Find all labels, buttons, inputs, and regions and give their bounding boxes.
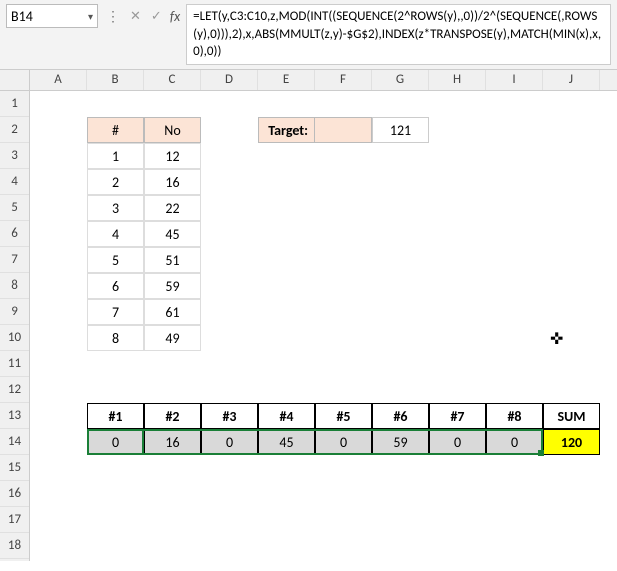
col-header[interactable]: J <box>543 70 600 90</box>
table1-cell[interactable]: 22 <box>144 195 201 221</box>
table1-cell[interactable]: 6 <box>87 273 144 299</box>
row-header[interactable]: 15 <box>0 455 29 481</box>
table1-cell[interactable]: 51 <box>144 247 201 273</box>
row-header[interactable]: 5 <box>0 195 29 221</box>
table1-cell[interactable]: 7 <box>87 299 144 325</box>
table2-header[interactable]: #4 <box>258 403 315 429</box>
table1-cell[interactable]: 61 <box>144 299 201 325</box>
chevron-down-icon[interactable]: ▾ <box>88 10 93 23</box>
table1-cell[interactable]: 1 <box>87 143 144 169</box>
table1-cell[interactable]: 59 <box>144 273 201 299</box>
check-icon[interactable]: ✓ <box>149 9 164 24</box>
col-header[interactable]: H <box>429 70 486 90</box>
table1-header-no[interactable]: No <box>144 117 201 143</box>
col-header[interactable]: F <box>315 70 372 90</box>
row-header[interactable]: 13 <box>0 403 29 429</box>
row-header[interactable]: 17 <box>0 507 29 533</box>
table2-header-sum[interactable]: SUM <box>543 403 600 429</box>
row-header[interactable]: 10 <box>0 325 29 351</box>
cells-area[interactable]: # No 1 12 2 16 3 22 4 45 5 51 6 59 7 61 … <box>30 91 600 561</box>
table2-cell[interactable]: 16 <box>144 429 201 455</box>
row-header[interactable]: 14 <box>0 429 29 455</box>
row-header[interactable]: 9 <box>0 299 29 325</box>
table2-cell[interactable]: 0 <box>201 429 258 455</box>
fx-icon[interactable]: fx <box>170 8 180 25</box>
table2-header[interactable]: #2 <box>144 403 201 429</box>
table2-header[interactable]: #8 <box>486 403 543 429</box>
target-label-ext[interactable] <box>315 117 372 143</box>
col-header[interactable]: I <box>486 70 543 90</box>
name-box[interactable]: B14 ▾ <box>6 4 98 28</box>
row-header[interactable]: 7 <box>0 247 29 273</box>
target-value[interactable]: 121 <box>372 117 429 143</box>
table2-cell[interactable]: 0 <box>486 429 543 455</box>
table1-cell[interactable]: 4 <box>87 221 144 247</box>
col-header[interactable]: D <box>201 70 258 90</box>
table2-sum-cell[interactable]: 120 <box>543 429 600 455</box>
table2-header[interactable]: #7 <box>429 403 486 429</box>
col-header[interactable]: G <box>372 70 429 90</box>
row-header[interactable]: 6 <box>0 221 29 247</box>
row-header[interactable]: 12 <box>0 377 29 403</box>
table2-cell[interactable]: 0 <box>429 429 486 455</box>
row-header[interactable]: 16 <box>0 481 29 507</box>
table1-header-index[interactable]: # <box>87 117 144 143</box>
table1-cell[interactable]: 2 <box>87 169 144 195</box>
table2-header[interactable]: #1 <box>87 403 144 429</box>
row-header[interactable]: 3 <box>0 143 29 169</box>
table1-cell[interactable]: 16 <box>144 169 201 195</box>
formula-bar: B14 ▾ ⋮ ✕ ✓ fx =LET(y,C3:C10,z,MOD(INT((… <box>0 0 617 70</box>
col-header[interactable]: B <box>87 70 144 90</box>
formula-buttons: ⋮ ✕ ✓ fx <box>104 4 180 28</box>
target-label[interactable]: Target: <box>258 117 315 143</box>
row-header[interactable]: 2 <box>0 117 29 143</box>
table1-cell[interactable]: 49 <box>144 325 201 351</box>
table1-cell[interactable]: 45 <box>144 221 201 247</box>
vdots-icon: ⋮ <box>104 8 122 25</box>
row-headers: 1 2 3 4 5 6 7 8 9 10 11 12 13 14 15 16 1… <box>0 91 30 561</box>
col-header[interactable]: C <box>144 70 201 90</box>
row-header[interactable]: 4 <box>0 169 29 195</box>
table2-header[interactable]: #3 <box>201 403 258 429</box>
cursor-cross-icon: ✜ <box>550 329 563 349</box>
table2-cell[interactable]: 0 <box>87 429 144 455</box>
cancel-icon[interactable]: ✕ <box>128 9 143 24</box>
table2-header[interactable]: #6 <box>372 403 429 429</box>
column-headers: A B C D E F G H I J <box>0 70 617 91</box>
table2-cell[interactable]: 59 <box>372 429 429 455</box>
formula-input[interactable]: =LET(y,C3:C10,z,MOD(INT((SEQUENCE(2^ROWS… <box>186 4 611 65</box>
col-header[interactable]: A <box>30 70 87 90</box>
table2-cell[interactable]: 0 <box>315 429 372 455</box>
row-header[interactable]: 8 <box>0 273 29 299</box>
row-header[interactable]: 1 <box>0 91 29 117</box>
row-header[interactable]: 18 <box>0 533 29 559</box>
row-header[interactable]: 11 <box>0 351 29 377</box>
table1-cell[interactable]: 5 <box>87 247 144 273</box>
table2-cell[interactable]: 45 <box>258 429 315 455</box>
table2-header[interactable]: #5 <box>315 403 372 429</box>
name-box-value: B14 <box>11 8 33 25</box>
col-header[interactable]: E <box>258 70 315 90</box>
select-all-corner[interactable] <box>0 70 30 90</box>
table1-cell[interactable]: 8 <box>87 325 144 351</box>
table1-cell[interactable]: 3 <box>87 195 144 221</box>
table1-cell[interactable]: 12 <box>144 143 201 169</box>
